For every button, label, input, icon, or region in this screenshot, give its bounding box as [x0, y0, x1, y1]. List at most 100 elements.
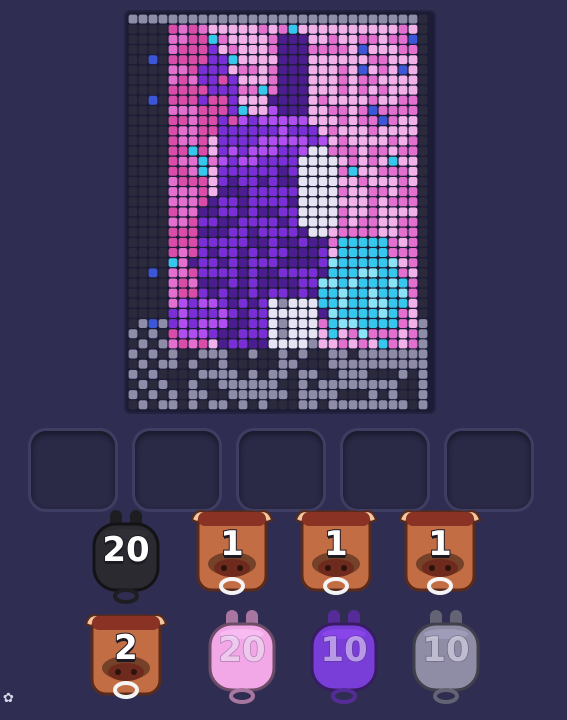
- board-pixel: [358, 45, 368, 54]
- board-pixel: [378, 95, 388, 105]
- board-pixel: [128, 75, 138, 85]
- piece-bull-1-c[interactable]: 1: [394, 502, 486, 602]
- board-pixel: [168, 329, 178, 339]
- board-pixel: [398, 177, 408, 186]
- piece-gray-10[interactable]: 10: [400, 608, 492, 708]
- board-pixel: [148, 105, 158, 115]
- board-pixel: [198, 75, 208, 85]
- board-pixel: [278, 288, 288, 298]
- board-pixel: [158, 339, 168, 349]
- board-pixel: [238, 126, 248, 136]
- board-pixel: [198, 329, 208, 339]
- board-pixel: [408, 268, 418, 278]
- board-pixel: [298, 156, 308, 166]
- board-pixel: [418, 187, 428, 197]
- board-pixel: [398, 258, 408, 268]
- board-pixel: [148, 390, 158, 400]
- board-pixel: [298, 237, 308, 247]
- board-pixel: [318, 308, 328, 318]
- board-pixel: [138, 319, 148, 329]
- board-pixel: [218, 95, 228, 105]
- board-pixel: [338, 400, 348, 410]
- board-pixel: [388, 95, 398, 105]
- board-pixel: [178, 197, 188, 207]
- board-pixel: [358, 136, 368, 146]
- board-pixel: [318, 248, 328, 257]
- board-pixel: [318, 359, 328, 369]
- board-pixel: [228, 24, 238, 34]
- board-pixel: [188, 14, 198, 24]
- board-pixel: [218, 227, 228, 237]
- board-pixel: [158, 65, 168, 75]
- board-pixel: [148, 65, 158, 75]
- board-pixel: [138, 217, 148, 227]
- board-pixel: [278, 308, 288, 318]
- board-pixel: [418, 136, 428, 146]
- board-pixel: [218, 237, 228, 247]
- board-pixel: [228, 105, 238, 115]
- piece-pink-20[interactable]: 20: [196, 608, 288, 708]
- board-pixel: [218, 156, 228, 166]
- piece-black-20[interactable]: 20: [80, 508, 172, 608]
- board-pixel: [328, 217, 338, 227]
- board-pixel: [128, 65, 138, 75]
- board-pixel: [178, 400, 188, 410]
- board-pixel: [148, 187, 158, 197]
- piece-bull-1-b[interactable]: 1: [290, 502, 382, 602]
- slot-5[interactable]: [444, 428, 534, 512]
- board-pixel: [258, 359, 268, 369]
- board-pixel: [388, 400, 398, 410]
- board-pixel: [418, 308, 428, 318]
- board-pixel: [208, 248, 218, 257]
- board-pixel: [408, 227, 418, 237]
- board-pixel: [298, 258, 308, 268]
- board-pixel: [308, 308, 318, 318]
- board-pixel: [198, 349, 208, 359]
- board-pixel: [218, 24, 228, 34]
- board-pixel: [268, 227, 278, 237]
- board-pixel: [298, 400, 308, 410]
- board-pixel: [198, 217, 208, 227]
- slot-2[interactable]: [132, 428, 222, 512]
- board-pixel: [178, 319, 188, 329]
- board-pixel: [338, 95, 348, 105]
- board-pixel: [328, 207, 338, 217]
- board-pixel: [188, 187, 198, 197]
- board-pixel: [358, 268, 368, 278]
- board-pixel: [408, 339, 418, 349]
- board-pixel: [158, 390, 168, 400]
- board-pixel: [278, 339, 288, 349]
- piece-bull-2[interactable]: 2: [80, 606, 172, 706]
- board-pixel: [258, 298, 268, 308]
- board-pixel: [228, 55, 238, 65]
- board-pixel: [398, 248, 408, 257]
- piece-bull-1-a[interactable]: 1: [186, 502, 278, 602]
- board-pixel: [418, 166, 428, 176]
- board-pixel: [258, 319, 268, 329]
- board-pixel: [268, 359, 278, 369]
- board-pixel: [398, 217, 408, 227]
- board-pixel: [228, 339, 238, 349]
- piece-purple-10[interactable]: 10: [298, 608, 390, 708]
- slot-3[interactable]: [236, 428, 326, 512]
- piece-count: 10: [320, 629, 369, 671]
- board-pixel: [298, 95, 308, 105]
- board-pixel: [198, 380, 208, 389]
- board-pixel: [368, 197, 378, 207]
- board-pixel: [298, 136, 308, 146]
- board-pixel: [188, 380, 198, 389]
- slot-1[interactable]: [28, 428, 118, 512]
- slot-4[interactable]: [340, 428, 430, 512]
- board-pixel: [338, 248, 348, 257]
- board-pixel: [198, 298, 208, 308]
- board-pixel: [348, 65, 358, 75]
- board-pixel: [248, 380, 258, 389]
- board-pixel: [418, 14, 428, 24]
- board-pixel: [418, 75, 428, 85]
- board-pixel: [408, 95, 418, 105]
- board-pixel: [328, 136, 338, 146]
- board-pixel: [258, 248, 268, 257]
- board-pixel: [418, 258, 428, 268]
- board-pixel: [128, 217, 138, 227]
- board-pixel: [288, 339, 298, 349]
